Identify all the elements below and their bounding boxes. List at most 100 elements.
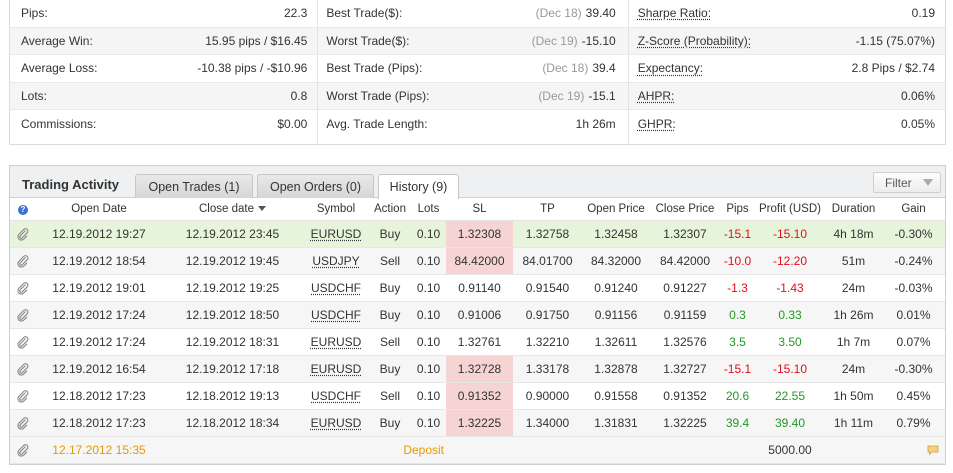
- cell-tp: 1.33178: [513, 355, 582, 383]
- row-attachment-cell[interactable]: [10, 382, 36, 410]
- column-header[interactable]: SL: [446, 198, 513, 221]
- cell-sl: 1.32225: [446, 409, 513, 437]
- table-row[interactable]: 12.19.2012 17:24 12.19.2012 18:31 EURUSD Se…: [10, 328, 945, 356]
- cell-close-date: 12.19.2012 18:50: [162, 301, 303, 329]
- cell-close-date: 12.19.2012 18:31: [162, 328, 303, 356]
- table-row[interactable]: 12.19.2012 16:54 12.19.2012 17:18 EURUSD Bu…: [10, 355, 945, 383]
- table-row[interactable]: 12.18.2012 17:23 12.18.2012 19:13 USDCHF Se…: [10, 382, 945, 410]
- row-attachment-cell[interactable]: [10, 220, 36, 248]
- paperclip-icon[interactable]: [16, 335, 30, 349]
- cell-empty: [446, 436, 755, 464]
- tab-history[interactable]: History (9): [378, 174, 459, 199]
- cell-close-date: 12.18.2012 19:13: [162, 382, 303, 410]
- cell-lots: 0.10: [411, 220, 446, 248]
- stat-label-link[interactable]: AHPR:: [638, 89, 675, 103]
- cell-open-price: 1.32458: [582, 220, 650, 248]
- paperclip-icon[interactable]: [16, 362, 30, 376]
- cell-duration: 4h 18m: [825, 220, 882, 248]
- paperclip-icon[interactable]: [16, 254, 30, 268]
- cell-lots: 0.10: [411, 301, 446, 329]
- stat-worst-trade-pips: Worst Trade (Pips): (Dec 19) -15.1: [318, 82, 628, 111]
- cell-symbol[interactable]: EURUSD: [303, 355, 369, 383]
- cell-symbol[interactable]: USDCHF: [303, 382, 369, 410]
- paperclip-icon[interactable]: [16, 281, 30, 295]
- tab-open-orders[interactable]: Open Orders (0): [257, 174, 374, 198]
- stat-date: (Dec 19): [531, 33, 578, 48]
- tab-open-trades[interactable]: Open Trades (1): [135, 174, 253, 198]
- stat-value: 0.06%: [900, 89, 936, 104]
- table-row[interactable]: 12.19.2012 19:27 12.19.2012 23:45 EURUSD Bu…: [10, 220, 945, 248]
- stat-label-link[interactable]: Expectancy:: [638, 61, 703, 75]
- paperclip-icon[interactable]: [16, 443, 30, 457]
- row-attachment-cell[interactable]: [10, 355, 36, 383]
- column-header[interactable]: Symbol: [303, 198, 369, 221]
- stat-value: $0.00: [277, 117, 308, 132]
- column-header-sorted[interactable]: Close date: [162, 198, 303, 221]
- row-attachment-cell[interactable]: [10, 436, 36, 464]
- help-icon[interactable]: ?: [18, 204, 28, 215]
- cell-open-price: 1.31831: [582, 409, 650, 437]
- cell-open-price: 84.32000: [582, 247, 650, 275]
- cell-pips: 20.6: [720, 382, 755, 410]
- help-column[interactable]: ?: [10, 198, 36, 221]
- column-header[interactable]: TP: [513, 198, 582, 221]
- cell-close-date: 12.19.2012 23:45: [162, 220, 303, 248]
- cell-symbol[interactable]: USDCHF: [303, 274, 369, 302]
- stat-sharpe-ratio: Sharpe Ratio: 0.19: [628, 0, 946, 28]
- table-row[interactable]: 12.18.2012 17:23 12.18.2012 18:34 EURUSD Bu…: [10, 409, 945, 437]
- paperclip-icon[interactable]: [16, 416, 30, 430]
- table-row[interactable]: 12.19.2012 18:54 12.19.2012 19:45 USDJPY Se…: [10, 247, 945, 275]
- stat-label: Best Trade($):: [326, 6, 403, 21]
- cell-symbol[interactable]: EURUSD: [303, 328, 369, 356]
- stat-expectancy: Expectancy: 2.8 Pips / $2.74: [628, 55, 946, 83]
- cell-symbol[interactable]: USDCHF: [303, 301, 369, 329]
- row-attachment-cell[interactable]: [10, 247, 36, 275]
- column-header[interactable]: Lots: [411, 198, 446, 221]
- paperclip-icon[interactable]: [16, 389, 30, 403]
- stat-value: -1.15 (75.07%): [855, 33, 936, 48]
- stat-avg-trade-length: Avg. Trade Length: 1h 26m: [318, 110, 627, 138]
- row-attachment-cell[interactable]: [10, 301, 36, 329]
- table-header-row: ? Open Date Close date Symbol Action Lot…: [10, 198, 945, 221]
- cell-profit: -1.43: [755, 274, 825, 302]
- cell-sl: 1.32761: [446, 328, 513, 356]
- cell-profit: 39.40: [755, 409, 825, 437]
- stat-commissions: Commissions: $0.00: [10, 110, 317, 138]
- cell-gain: 0.01%: [882, 301, 945, 329]
- row-attachment-cell[interactable]: [10, 274, 36, 302]
- cell-symbol[interactable]: EURUSD: [303, 409, 369, 437]
- column-header[interactable]: Pips: [720, 198, 755, 221]
- cell-open-price: 0.91558: [582, 382, 650, 410]
- stat-label: Avg. Trade Length:: [326, 117, 428, 132]
- stat-label-link[interactable]: GHPR:: [638, 117, 676, 131]
- row-attachment-cell[interactable]: [10, 328, 36, 356]
- cell-sl: 0.91352: [446, 382, 513, 410]
- column-header[interactable]: Close Price: [650, 198, 720, 221]
- comment-cell[interactable]: [882, 436, 945, 464]
- stat-value-wrap: (Dec 19) -15.10: [532, 34, 616, 48]
- cell-tp: 1.32210: [513, 328, 582, 356]
- stat-worst-trade-usd: Worst Trade($): (Dec 19) -15.10: [318, 27, 628, 56]
- stat-label-link[interactable]: Sharpe Ratio:: [638, 6, 711, 20]
- paperclip-icon[interactable]: [16, 227, 30, 241]
- deposit-row[interactable]: 12.17.2012 15:35 Deposit 5000.00: [10, 436, 945, 464]
- row-attachment-cell[interactable]: [10, 409, 36, 437]
- cell-symbol[interactable]: USDJPY: [303, 247, 369, 275]
- paperclip-icon[interactable]: [16, 308, 30, 322]
- column-header[interactable]: Duration: [825, 198, 882, 221]
- stat-label-link[interactable]: Z-Score (Probability):: [638, 34, 751, 48]
- cell-sl: 1.32728: [446, 355, 513, 383]
- table-row[interactable]: 12.19.2012 17:24 12.19.2012 18:50 USDCHF Bu…: [10, 301, 945, 329]
- column-header[interactable]: Gain: [882, 198, 945, 221]
- column-header[interactable]: Action: [369, 198, 411, 221]
- column-header[interactable]: Open Date: [36, 198, 162, 221]
- cell-symbol[interactable]: EURUSD: [303, 220, 369, 248]
- stat-best-trade-pips: Best Trade (Pips): (Dec 18) 39.4: [318, 55, 628, 83]
- filter-button[interactable]: Filter: [873, 172, 941, 193]
- table-row[interactable]: 12.19.2012 19:01 12.19.2012 19:25 USDCHF Bu…: [10, 274, 945, 302]
- stat-value: 22.3: [283, 6, 308, 21]
- filter-label: Filter: [885, 175, 912, 190]
- column-header[interactable]: Profit (USD): [755, 198, 825, 221]
- comment-icon[interactable]: [927, 445, 939, 456]
- column-header[interactable]: Open Price: [582, 198, 650, 221]
